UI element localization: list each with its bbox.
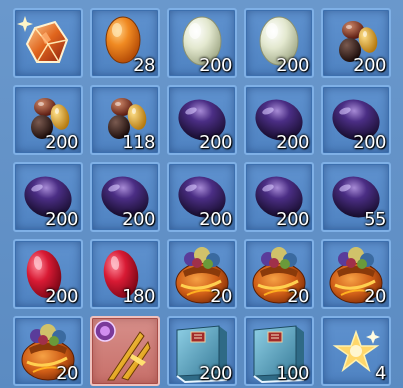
inventory-slot[interactable]: 20 [167,239,237,309]
inventory-slot[interactable]: 200 [167,85,237,155]
item-quantity: 200 [45,286,78,307]
inventory-slot[interactable]: 28 [90,8,160,78]
inventory-slot[interactable]: 200 [244,8,314,78]
inventory-slot[interactable] [90,316,160,386]
inventory-slot[interactable]: 200 [13,239,83,309]
item-quantity: 200 [199,209,232,230]
inventory-slot[interactable]: 20 [13,316,83,386]
inventory-slot[interactable]: 180 [90,239,160,309]
item-quantity: 200 [45,209,78,230]
item-quantity: 28 [133,55,155,76]
inventory-grid: 28 200 200 200 200 118 200 200 200 200 2… [0,0,403,388]
inventory-slot[interactable]: 200 [13,85,83,155]
item-quantity: 118 [122,132,155,153]
item-quantity: 200 [276,132,309,153]
item-quantity: 20 [364,286,386,307]
inventory-slot[interactable]: 200 [167,162,237,232]
inventory-slot[interactable] [13,8,83,78]
item-quantity: 200 [45,132,78,153]
inventory-slot[interactable]: 55 [321,162,391,232]
inventory-slot[interactable]: 200 [167,8,237,78]
inventory-slot[interactable]: 200 [321,8,391,78]
golden-weapon-icon [94,320,151,381]
inventory-slot[interactable]: 200 [90,162,160,232]
item-quantity: 180 [122,286,155,307]
inventory-slot[interactable]: 200 [321,85,391,155]
item-quantity: 55 [364,209,386,230]
item-quantity: 4 [375,363,386,384]
item-quantity: 200 [199,55,232,76]
inventory-slot[interactable]: 200 [244,85,314,155]
item-quantity: 200 [276,209,309,230]
item-quantity: 100 [276,363,309,384]
item-quantity: 200 [199,132,232,153]
item-quantity: 200 [276,55,309,76]
crystal-gem-icon [17,16,69,63]
inventory-slot[interactable]: 118 [90,85,160,155]
inventory-slot[interactable]: 4 [321,316,391,386]
inventory-slot[interactable]: 20 [244,239,314,309]
item-quantity: 200 [353,55,386,76]
item-quantity: 20 [287,286,309,307]
item-quantity: 20 [210,286,232,307]
inventory-slot[interactable]: 20 [321,239,391,309]
item-quantity: 200 [353,132,386,153]
item-quantity: 200 [199,363,232,384]
inventory-slot[interactable]: 200 [13,162,83,232]
inventory-slot[interactable]: 200 [167,316,237,386]
item-quantity: 20 [56,363,78,384]
inventory-slot[interactable]: 100 [244,316,314,386]
inventory-slot[interactable]: 200 [244,162,314,232]
item-quantity: 200 [122,209,155,230]
